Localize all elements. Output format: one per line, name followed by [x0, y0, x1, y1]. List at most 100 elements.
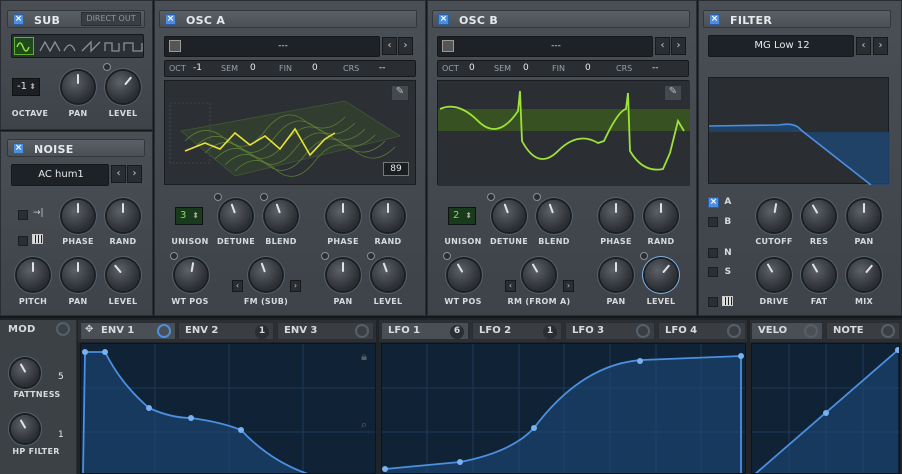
filter-route-a-checkbox[interactable]: ×	[708, 197, 719, 208]
osc-a-fm-next-button[interactable]: ›	[290, 280, 301, 292]
noise-level-knob[interactable]	[107, 259, 139, 291]
osc-b-detune-mod-indicator[interactable]	[487, 193, 495, 201]
filter-response-display[interactable]	[708, 77, 890, 186]
filter-route-s-checkbox[interactable]	[708, 267, 718, 277]
tab-velo[interactable]: VELO	[751, 322, 823, 340]
tab-env1[interactable]: ✥ ENV 1	[80, 322, 176, 340]
noise-next-button[interactable]: ›	[127, 165, 142, 183]
move-icon[interactable]: ✥	[85, 324, 93, 335]
osc-b-enable-checkbox[interactable]: ×	[438, 14, 449, 25]
osc-a-pan-mod-indicator[interactable]	[321, 252, 329, 260]
hp-filter-knob[interactable]	[11, 415, 39, 443]
fattness-knob[interactable]	[11, 359, 39, 387]
noise-prev-button[interactable]: ‹	[111, 165, 126, 183]
osc-b-pan-knob[interactable]	[600, 259, 632, 291]
noise-rand-knob[interactable]	[107, 200, 139, 232]
tab-lfo4[interactable]: LFO 4	[658, 322, 746, 340]
tab-note[interactable]: NOTE	[826, 322, 900, 340]
osc-a-fin-value[interactable]: 0	[312, 63, 318, 73]
octave-stepper[interactable]: -1	[12, 78, 40, 96]
osc-b-rm-knob[interactable]	[523, 259, 555, 291]
osc-a-wtpos-knob[interactable]	[175, 259, 207, 291]
osc-a-blend-knob[interactable]	[265, 200, 297, 232]
noise-oneshot-checkbox[interactable]	[18, 210, 28, 220]
filter-res-knob[interactable]	[803, 200, 835, 232]
lfo-graph[interactable]	[381, 343, 746, 474]
velo-graph[interactable]	[751, 343, 900, 474]
edit-pencil-icon[interactable]: ✎	[391, 85, 409, 101]
osc-a-wavetable-bar[interactable]: ---	[164, 36, 380, 57]
osc-b-blend-mod-indicator[interactable]	[533, 193, 541, 201]
tab-env3[interactable]: ENV 3	[277, 322, 374, 340]
osc-b-fin-value[interactable]: 0	[585, 63, 591, 73]
noise-preset-display[interactable]: AC hum1	[11, 164, 109, 186]
filter-keytrack-checkbox[interactable]	[708, 297, 718, 307]
filter-fat-knob[interactable]	[803, 259, 835, 291]
osc-b-crs-value[interactable]: --	[652, 63, 659, 73]
osc-a-frame-number[interactable]: 89	[383, 162, 409, 176]
osc-b-unison-stepper[interactable]: 2	[448, 207, 476, 225]
sub-level-knob[interactable]	[107, 71, 139, 103]
osc-b-level-mod-indicator[interactable]	[640, 252, 648, 260]
sub-level-mod-indicator[interactable]	[103, 63, 111, 71]
osc-a-next-button[interactable]: ›	[398, 37, 413, 55]
osc-b-waveform-display[interactable]: ✎	[437, 80, 690, 186]
osc-b-phase-knob[interactable]	[600, 200, 632, 232]
osc-a-level-knob[interactable]	[372, 259, 404, 291]
tab-lfo1[interactable]: LFO 1 6	[381, 322, 469, 340]
osc-b-wtpos-knob[interactable]	[448, 259, 480, 291]
noise-enable-checkbox[interactable]: ×	[13, 143, 24, 154]
osc-a-detune-knob[interactable]	[220, 200, 252, 232]
osc-a-wavetable-display[interactable]: ✎ 89	[164, 80, 416, 185]
filter-route-b-checkbox[interactable]	[708, 217, 718, 227]
noise-phase-knob[interactable]	[62, 200, 94, 232]
zoom-icon[interactable]: ⌕	[361, 418, 367, 432]
env-graph[interactable]: 🔒︎ ⌕	[80, 343, 376, 474]
osc-a-unison-stepper[interactable]: 3	[175, 207, 203, 225]
filter-next-button[interactable]: ›	[873, 37, 888, 55]
noise-pan-knob[interactable]	[62, 259, 94, 291]
osc-a-phase-knob[interactable]	[327, 200, 359, 232]
osc-a-level-mod-indicator[interactable]	[367, 252, 375, 260]
osc-b-wtpos-mod-indicator[interactable]	[443, 252, 451, 260]
osc-a-detune-mod-indicator[interactable]	[214, 193, 222, 201]
osc-a-prev-button[interactable]: ‹	[382, 37, 397, 55]
filter-enable-checkbox[interactable]: ×	[709, 14, 720, 25]
filter-cutoff-knob[interactable]	[758, 200, 790, 232]
osc-a-pan-knob[interactable]	[327, 259, 359, 291]
osc-b-rm-prev-button[interactable]: ‹	[505, 280, 516, 292]
sub-waveform-selector[interactable]	[11, 34, 144, 58]
filter-type-display[interactable]: MG Low 12	[708, 35, 854, 57]
filter-route-n-checkbox[interactable]	[708, 248, 718, 258]
sub-pan-knob[interactable]	[62, 71, 94, 103]
osc-b-next-button[interactable]: ›	[671, 37, 686, 55]
save-icon[interactable]	[442, 40, 454, 52]
lock-icon[interactable]: 🔒︎	[361, 350, 367, 364]
osc-b-prev-button[interactable]: ‹	[655, 37, 670, 55]
osc-a-crs-value[interactable]: --	[379, 63, 386, 73]
save-icon[interactable]	[169, 40, 181, 52]
osc-a-rand-knob[interactable]	[372, 200, 404, 232]
osc-b-blend-knob[interactable]	[538, 200, 570, 232]
noise-pitch-knob[interactable]	[17, 259, 49, 291]
tab-env2[interactable]: ENV 2 1	[178, 322, 274, 340]
filter-drive-knob[interactable]	[758, 259, 790, 291]
osc-b-sem-value[interactable]: 0	[523, 63, 529, 73]
osc-b-wavetable-bar[interactable]: ---	[437, 36, 653, 57]
tab-lfo2[interactable]: LFO 2 1	[472, 322, 562, 340]
osc-a-fm-prev-button[interactable]: ‹	[232, 280, 243, 292]
sub-enable-checkbox[interactable]: ×	[13, 14, 24, 25]
osc-a-wtpos-mod-indicator[interactable]	[170, 252, 178, 260]
osc-b-oct-value[interactable]: 0	[469, 63, 475, 73]
osc-a-oct-value[interactable]: -1	[193, 63, 202, 73]
osc-a-enable-checkbox[interactable]: ×	[165, 14, 176, 25]
osc-a-sem-value[interactable]: 0	[250, 63, 256, 73]
filter-prev-button[interactable]: ‹	[856, 37, 871, 55]
edit-pencil-icon[interactable]: ✎	[664, 85, 682, 101]
osc-b-rand-knob[interactable]	[645, 200, 677, 232]
osc-b-rm-next-button[interactable]: ›	[563, 280, 574, 292]
tab-lfo3[interactable]: LFO 3	[565, 322, 655, 340]
osc-a-blend-mod-indicator[interactable]	[260, 193, 268, 201]
noise-keytrack-checkbox[interactable]	[18, 236, 28, 246]
filter-pan-knob[interactable]	[848, 200, 880, 232]
